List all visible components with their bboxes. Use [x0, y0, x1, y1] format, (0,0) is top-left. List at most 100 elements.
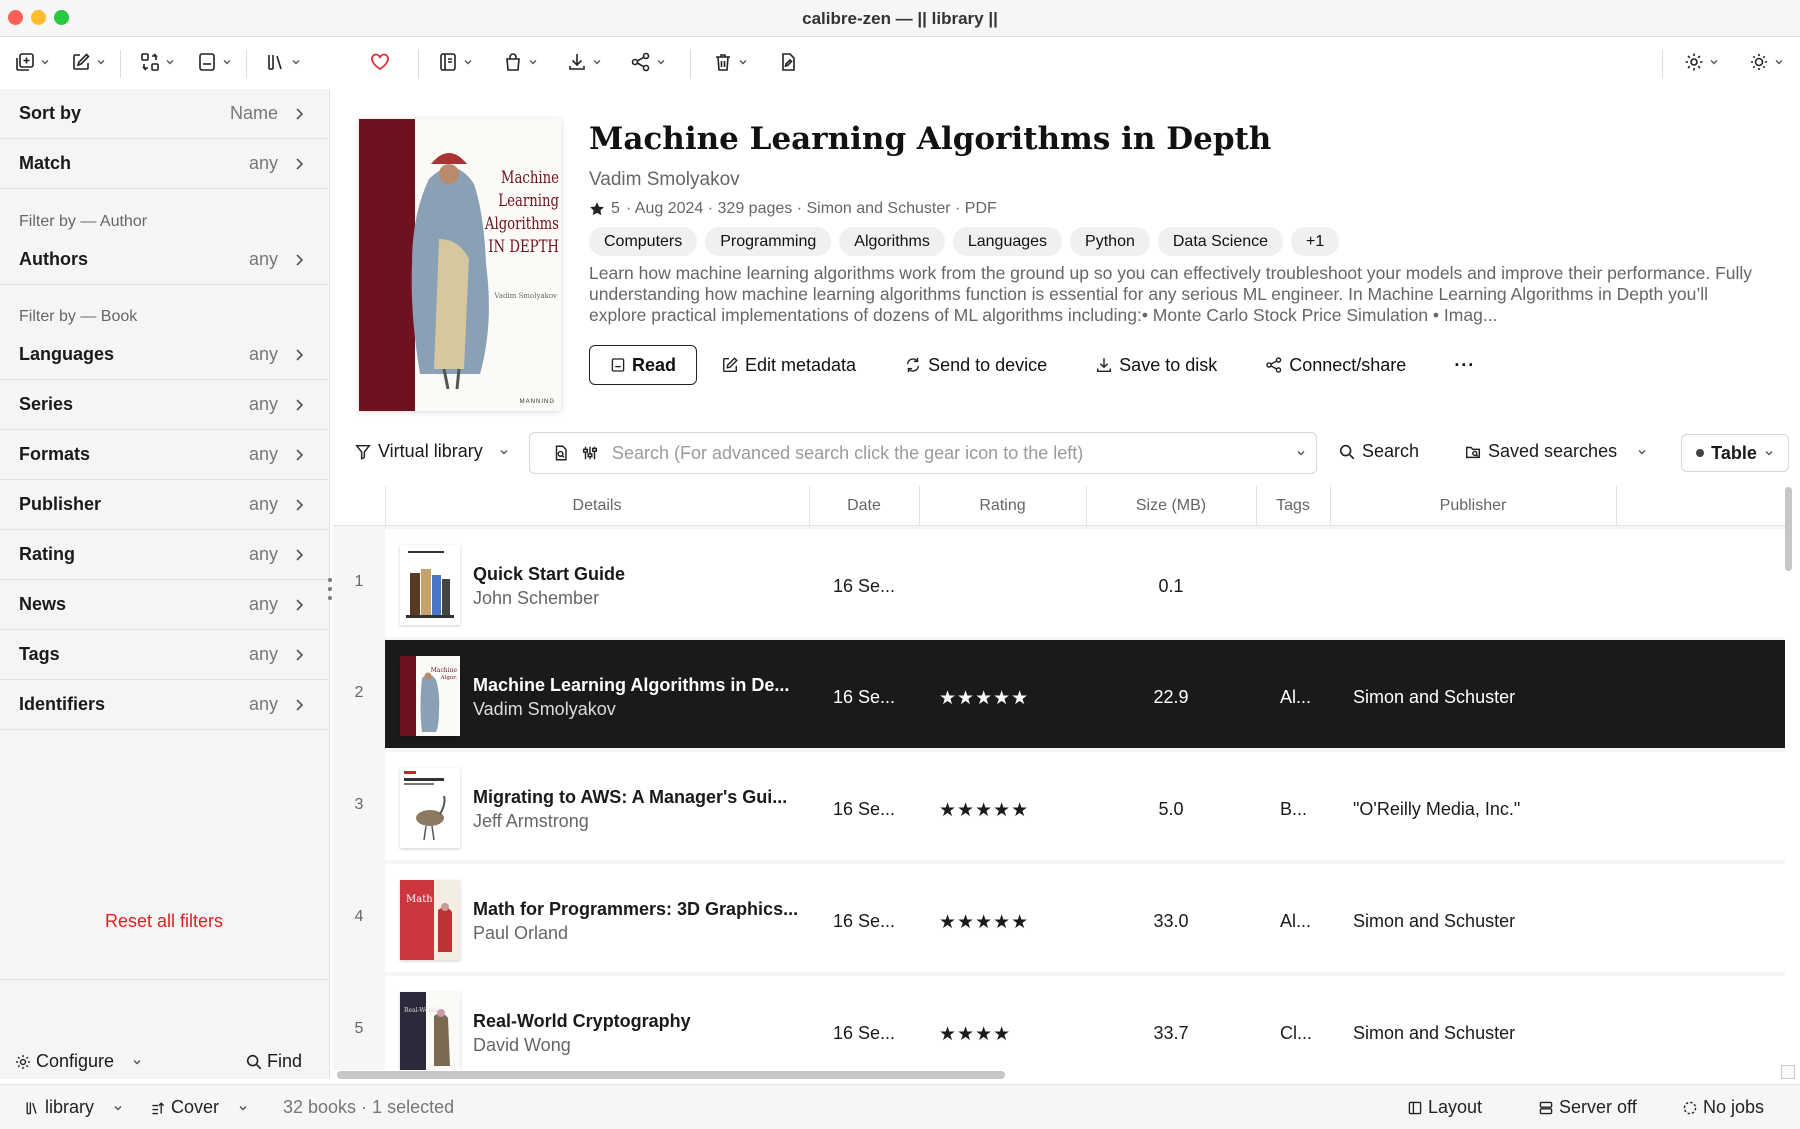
search-button[interactable]: Search — [1338, 441, 1419, 462]
virtual-library-button[interactable]: Virtual library — [354, 441, 509, 462]
chevron-down-icon[interactable] — [96, 57, 106, 67]
horizontal-scrollbar[interactable] — [337, 1071, 1005, 1079]
chevron-down-icon[interactable] — [738, 57, 748, 67]
delete-books-button[interactable] — [712, 51, 748, 73]
filter-row-news[interactable]: News any — [0, 580, 328, 630]
tags-cell: Al... — [1280, 911, 1312, 931]
filter-row-authors[interactable]: Authors any — [0, 235, 328, 285]
filter-row-tags[interactable]: Tags any — [0, 630, 328, 680]
chevron-down-icon[interactable] — [463, 57, 473, 67]
virtual-library-label: Virtual library — [378, 441, 483, 461]
layout-button[interactable]: Layout — [1407, 1097, 1482, 1118]
save-to-disk-button[interactable]: Save to disk — [1095, 355, 1217, 376]
find-button[interactable]: Find — [245, 1051, 302, 1072]
chevron-down-icon[interactable] — [1709, 57, 1719, 67]
tag-chip[interactable]: Algorithms — [839, 227, 945, 256]
scroll-corner — [1781, 1065, 1795, 1079]
jobs-button[interactable]: No jobs — [1682, 1097, 1764, 1118]
column-header-tags[interactable]: Tags — [1256, 497, 1330, 515]
chevron-right-icon — [296, 599, 304, 611]
reader-button[interactable] — [437, 51, 473, 73]
book-author[interactable]: Vadim Smolyakov — [589, 169, 740, 191]
theme-button[interactable] — [1748, 51, 1784, 73]
tag-chip[interactable]: Computers — [589, 227, 698, 256]
gear-icon — [16, 1054, 30, 1069]
configure-button[interactable]: Configure — [14, 1051, 142, 1072]
column-header-publisher[interactable]: Publisher — [1330, 497, 1616, 515]
chevron-down-icon[interactable] — [165, 57, 175, 67]
preferences-button[interactable] — [1683, 51, 1719, 73]
tag-chip[interactable]: Data Science — [1157, 227, 1284, 256]
vertical-scrollbar[interactable] — [1785, 487, 1792, 571]
add-books-button[interactable] — [14, 51, 50, 73]
chevron-down-icon[interactable] — [132, 1057, 142, 1067]
server-button[interactable]: Server off — [1538, 1097, 1637, 1118]
sort-by-row[interactable]: Sort by Name — [0, 89, 328, 139]
get-books-button[interactable] — [502, 51, 538, 73]
view-book-button[interactable] — [196, 51, 232, 73]
saved-search-icon — [1465, 446, 1481, 458]
send-to-device-button[interactable]: Send to device — [904, 355, 1047, 376]
filter-row-rating[interactable]: Rating any — [0, 530, 328, 580]
chevron-down-icon[interactable] — [656, 57, 666, 67]
sort-icon — [152, 1101, 165, 1114]
filter-row-languages[interactable]: Languages any — [0, 330, 328, 380]
more-tags-chip[interactable]: +1 — [1291, 227, 1340, 256]
rating-cell: ★★★★★ — [939, 800, 1030, 821]
filter-row-publisher[interactable]: Publisher any — [0, 480, 328, 530]
filter-row-series[interactable]: Series any — [0, 380, 328, 430]
search-input[interactable]: Search (For advanced search click the ge… — [529, 432, 1317, 474]
size-cell: 5.0 — [1158, 799, 1184, 819]
table-row[interactable]: Math Math for Programmers: 3D Graphics..… — [385, 864, 1785, 972]
chevron-down-icon[interactable] — [499, 447, 509, 457]
table-row[interactable]: Migrating to AWS: A Manager's Gui... Jef… — [385, 752, 1785, 860]
connect-share-toolbar-button[interactable] — [630, 51, 666, 73]
filter-sidebar: Sort by Name Match any Filter by — Autho… — [0, 89, 330, 1079]
window-title: calibre-zen — || library || — [802, 9, 998, 28]
chevron-down-icon[interactable] — [291, 57, 301, 67]
chevron-down-icon[interactable] — [40, 57, 50, 67]
sidebar-resize-handle[interactable] — [328, 578, 332, 600]
search-history-icon[interactable] — [552, 444, 570, 462]
tag-chip[interactable]: Programming — [705, 227, 832, 256]
filter-label: Languages — [19, 344, 115, 364]
server-label: Server off — [1559, 1097, 1637, 1117]
table-row[interactable]: Quick Start Guide John Schember 16 Se...… — [385, 529, 1785, 637]
column-header-details[interactable]: Details — [385, 497, 809, 515]
edit-book-button[interactable] — [777, 51, 799, 73]
tag-chip[interactable]: Languages — [952, 227, 1063, 256]
convert-books-button[interactable] — [139, 51, 175, 73]
chevron-down-icon[interactable] — [1296, 448, 1306, 458]
table-row-selected[interactable]: Machine Algor. Machine Learning Algorithm… — [385, 640, 1785, 748]
cover-sort-button[interactable]: Cover — [150, 1097, 248, 1118]
favorite-button[interactable] — [369, 51, 391, 73]
column-header-date[interactable]: Date — [809, 497, 919, 515]
save-to-disk-toolbar-button[interactable] — [566, 51, 602, 73]
chevron-down-icon[interactable] — [592, 57, 602, 67]
library-switch-button[interactable] — [265, 51, 301, 73]
book-cover[interactable]: Machine Learning Algorithms IN DEPTH Vad… — [359, 119, 561, 411]
chevron-down-icon[interactable] — [528, 57, 538, 67]
read-button[interactable]: Read — [589, 345, 697, 385]
tag-chip[interactable]: Python — [1070, 227, 1150, 256]
chevron-right-icon — [296, 349, 304, 361]
view-mode-button[interactable]: Table — [1681, 434, 1789, 472]
advanced-search-gear-icon[interactable] — [581, 444, 599, 462]
chevron-down-icon[interactable] — [1637, 447, 1647, 457]
filter-row-identifiers[interactable]: Identifiers any — [0, 680, 328, 730]
reset-filters-link[interactable]: Reset all filters — [0, 911, 328, 932]
table-row[interactable]: Real-World Real-World Cryptography David… — [385, 976, 1785, 1070]
library-status-button[interactable]: library — [24, 1097, 123, 1118]
book-title-cell: Machine Learning Algorithms in De... — [473, 675, 790, 695]
filter-row-formats[interactable]: Formats any — [0, 430, 328, 480]
column-header-rating[interactable]: Rating — [919, 497, 1086, 515]
edit-metadata-button[interactable]: Edit metadata — [721, 355, 856, 376]
edit-metadata-toolbar-button[interactable] — [70, 51, 106, 73]
match-row[interactable]: Match any — [0, 139, 328, 189]
chevron-down-icon[interactable] — [1774, 57, 1784, 67]
column-header-size[interactable]: Size (MB) — [1086, 497, 1256, 515]
connect-share-button[interactable]: Connect/share — [1265, 355, 1406, 376]
chevron-down-icon[interactable] — [222, 57, 232, 67]
saved-searches-button[interactable]: Saved searches — [1464, 441, 1647, 462]
more-actions-button[interactable]: ··· — [1454, 355, 1475, 376]
